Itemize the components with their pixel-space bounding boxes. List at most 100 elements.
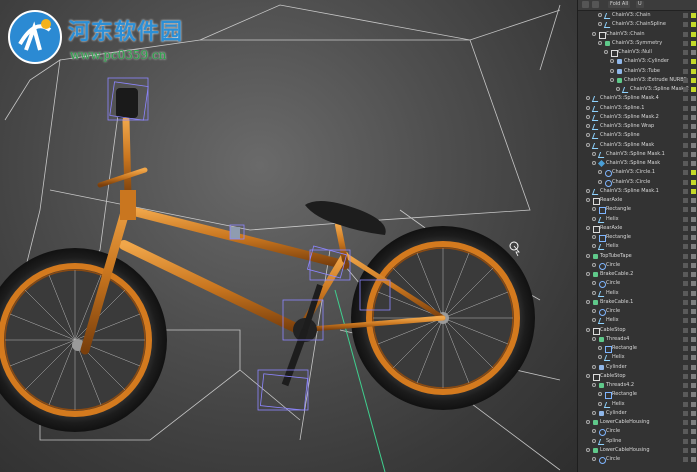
render-toggle-icon[interactable] (683, 346, 688, 351)
render-toggle-icon[interactable] (683, 31, 688, 37)
tree-row[interactable]: BrakeCable.1 (578, 298, 697, 307)
render-toggle-icon[interactable] (683, 13, 688, 18)
expand-toggle-icon[interactable] (598, 179, 602, 184)
expand-toggle-icon[interactable] (592, 429, 596, 434)
visibility-toggle-icon[interactable] (691, 142, 696, 148)
visibility-toggle-icon[interactable] (691, 392, 696, 398)
expand-toggle-icon[interactable] (598, 13, 602, 17)
tree-row[interactable]: ChainV3::Symmetry (578, 39, 697, 48)
expand-toggle-icon[interactable] (586, 447, 590, 452)
expand-toggle-icon[interactable] (604, 50, 608, 54)
visibility-toggle-icon[interactable] (691, 373, 696, 379)
tree-row[interactable]: Rectangle (578, 344, 697, 353)
render-toggle-icon[interactable] (683, 22, 688, 28)
expand-toggle-icon[interactable] (586, 327, 590, 332)
extra-button[interactable]: U (636, 1, 644, 8)
render-toggle-icon[interactable] (683, 336, 688, 342)
tree-row[interactable]: RearAxle (578, 224, 697, 233)
expand-toggle-icon[interactable] (592, 216, 596, 221)
tree-row[interactable]: ChainV3::Chain (578, 11, 697, 20)
visibility-toggle-icon[interactable] (691, 253, 696, 259)
render-toggle-icon[interactable] (683, 410, 688, 416)
tree-row[interactable]: Circle (578, 279, 697, 289)
render-toggle-icon[interactable] (683, 401, 688, 407)
visibility-toggle-icon[interactable] (691, 290, 696, 296)
expand-toggle-icon[interactable] (598, 401, 602, 406)
expand-toggle-icon[interactable] (586, 272, 590, 276)
render-toggle-icon[interactable] (683, 429, 688, 435)
visibility-toggle-icon[interactable] (691, 235, 696, 240)
tree-row[interactable]: ChainV3::Chain (578, 30, 697, 39)
expand-toggle-icon[interactable] (586, 373, 590, 378)
tree-row[interactable]: ChainV3::Spline Mask (578, 159, 697, 168)
tree-row[interactable]: Helix (578, 289, 697, 298)
render-toggle-icon[interactable] (683, 142, 688, 148)
render-toggle-icon[interactable] (683, 40, 688, 46)
expand-toggle-icon[interactable] (610, 68, 614, 73)
tree-row[interactable]: Helix (578, 353, 697, 362)
visibility-toggle-icon[interactable] (691, 96, 696, 102)
tree-row[interactable]: Rectangle (578, 233, 697, 242)
visibility-toggle-icon[interactable] (691, 346, 696, 351)
expand-toggle-icon[interactable] (598, 40, 602, 45)
tree-row[interactable]: CableStop (578, 326, 697, 335)
render-toggle-icon[interactable] (683, 281, 688, 287)
tree-row[interactable]: Circle (578, 455, 697, 464)
visibility-toggle-icon[interactable] (691, 309, 696, 314)
expand-toggle-icon[interactable] (592, 281, 596, 286)
visibility-toggle-icon[interactable] (691, 59, 696, 65)
tree-row[interactable]: ChainV3::Spline Mask (578, 141, 697, 150)
expand-toggle-icon[interactable] (610, 77, 614, 82)
visibility-toggle-icon[interactable] (691, 262, 696, 268)
expand-toggle-icon[interactable] (592, 318, 596, 323)
tree-row[interactable]: Helix (578, 316, 697, 325)
visibility-toggle-icon[interactable] (691, 299, 696, 305)
tree-row[interactable]: ChainV3::Spline Mask.2 (578, 113, 697, 122)
tree-row[interactable]: Circle (578, 261, 697, 270)
expand-toggle-icon[interactable] (586, 188, 590, 193)
tree-row[interactable]: Rectangle (578, 390, 697, 400)
render-toggle-icon[interactable] (683, 96, 688, 102)
render-toggle-icon[interactable] (683, 309, 688, 314)
tree-row[interactable]: ChainV3::Cylinder (578, 57, 697, 66)
visibility-toggle-icon[interactable] (691, 133, 696, 139)
expand-toggle-icon[interactable] (592, 235, 596, 239)
visibility-toggle-icon[interactable] (691, 105, 696, 111)
visibility-toggle-icon[interactable] (691, 40, 696, 46)
tree-row[interactable]: ChainV3::Tube (578, 67, 697, 76)
tree-row[interactable]: Threads4.2 (578, 381, 697, 390)
expand-toggle-icon[interactable] (592, 457, 596, 461)
visibility-toggle-icon[interactable] (691, 336, 696, 342)
visibility-toggle-icon[interactable] (691, 87, 696, 92)
tree-row[interactable]: LowerCableHousing (578, 418, 697, 427)
expand-toggle-icon[interactable] (592, 262, 596, 267)
visibility-toggle-icon[interactable] (691, 457, 696, 462)
visibility-toggle-icon[interactable] (691, 438, 696, 444)
tree-row[interactable]: ChainV3::Spline Mask.1 (578, 187, 697, 196)
render-toggle-icon[interactable] (683, 179, 688, 185)
render-toggle-icon[interactable] (683, 105, 688, 111)
expand-toggle-icon[interactable] (592, 364, 596, 369)
tree-row[interactable]: Circle (578, 307, 697, 316)
visibility-toggle-icon[interactable] (691, 355, 696, 361)
tree-row[interactable]: ChainV3::Spline Wrap (578, 122, 697, 131)
visibility-toggle-icon[interactable] (691, 22, 696, 28)
render-toggle-icon[interactable] (683, 68, 688, 74)
expand-toggle-icon[interactable] (592, 383, 596, 387)
render-toggle-icon[interactable] (683, 327, 688, 333)
render-toggle-icon[interactable] (683, 244, 688, 250)
tree-row[interactable]: Helix (578, 215, 697, 224)
expand-toggle-icon[interactable] (586, 124, 590, 128)
tree-row[interactable]: Cylinder (578, 363, 697, 372)
collapse-icon[interactable] (582, 1, 589, 8)
render-toggle-icon[interactable] (683, 355, 688, 361)
render-toggle-icon[interactable] (683, 447, 688, 453)
expand-toggle-icon[interactable] (592, 207, 596, 212)
render-toggle-icon[interactable] (683, 133, 688, 139)
visibility-toggle-icon[interactable] (691, 31, 696, 37)
render-toggle-icon[interactable] (683, 216, 688, 222)
tree-row[interactable]: Helix (578, 400, 697, 409)
visibility-toggle-icon[interactable] (691, 216, 696, 222)
3d-viewport[interactable]: 河东软件园 www.pc0359.cn (0, 0, 577, 472)
render-toggle-icon[interactable] (683, 364, 688, 370)
